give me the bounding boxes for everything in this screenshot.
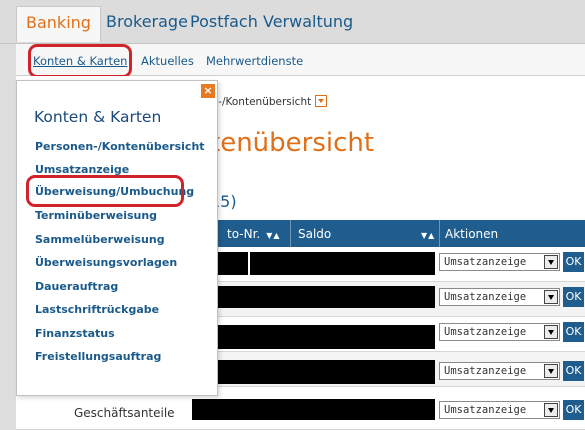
table-row: Geschäftsanteile Umsatzanzeige OK: [16, 394, 585, 430]
redacted-account-balance: [216, 286, 435, 308]
menu-item-ueberweisungsvorlagen[interactable]: Überweisungsvorlagen: [35, 256, 177, 269]
action-select-value: Umsatzanzeige: [444, 256, 527, 268]
tab-verwaltung[interactable]: Verwaltung: [263, 12, 353, 31]
highlight-ring-konten-karten: [28, 44, 132, 78]
column-divider: [439, 220, 440, 247]
ok-button[interactable]: OK: [563, 322, 584, 342]
table-row: Umsatzanzeige OK: [190, 317, 585, 352]
subnav-aktuelles[interactable]: Aktuelles: [141, 54, 194, 68]
redacted-account-balance: [216, 360, 435, 384]
banking-page: Banking Brokerage Postfach Verwaltung Ko…: [0, 0, 585, 430]
chevron-down-icon[interactable]: [544, 364, 558, 378]
menu-title: Konten & Karten: [34, 108, 162, 126]
left-margin: [0, 44, 16, 430]
menu-item-dauerauftrag[interactable]: Dauerauftrag: [35, 280, 118, 293]
saldo-sort-icon[interactable]: ▼▲: [415, 227, 435, 241]
column-header-konto-nr[interactable]: to-Nr. ▼▲: [227, 227, 281, 241]
action-select[interactable]: Umsatzanzeige: [439, 288, 560, 306]
menu-item-personen-kontenuebersicht[interactable]: Personen-/Kontenübersicht: [35, 140, 205, 153]
table-row: Umsatzanzeige OK: [190, 282, 585, 317]
sort-icon[interactable]: ▼▲: [421, 231, 435, 240]
ok-button[interactable]: OK: [563, 361, 584, 381]
ok-button[interactable]: OK: [563, 252, 584, 272]
action-select-value: Umsatzanzeige: [444, 326, 527, 338]
chevron-down-icon[interactable]: [544, 255, 558, 269]
action-select[interactable]: Umsatzanzeige: [439, 253, 560, 271]
column-header-aktionen: Aktionen: [445, 227, 499, 241]
chevron-down-icon[interactable]: [544, 403, 558, 417]
action-select-value: Umsatzanzeige: [444, 365, 527, 377]
menu-item-terminueberweisung[interactable]: Terminüberweisung: [35, 209, 157, 222]
column-header-saldo[interactable]: Saldo: [298, 227, 331, 241]
close-icon[interactable]: ×: [201, 84, 215, 98]
column-header-label: to-Nr.: [227, 227, 261, 241]
menu-item-freistellungsauftrag[interactable]: Freistellungsauftrag: [35, 350, 161, 363]
column-header-label: Saldo: [298, 227, 332, 241]
row-account-name: Geschäftsanteile: [74, 406, 175, 420]
redacted-balance: [250, 252, 435, 275]
highlight-ring-ueberweisung: [26, 175, 184, 207]
menu-item-sammelueberweisung[interactable]: Sammelüberweisung: [35, 233, 165, 246]
tab-banking[interactable]: Banking: [16, 6, 101, 42]
table-row: Umsatzanzeige OK: [190, 247, 585, 282]
table-header: to-Nr. ▼▲ Saldo ▼▲ Aktionen: [190, 220, 585, 247]
action-select-value: Umsatzanzeige: [444, 404, 527, 416]
redacted-account-balance: [216, 325, 435, 349]
column-divider: [290, 220, 291, 247]
table-row: Umsatzanzeige OK: [190, 352, 585, 387]
menu-item-finanzstatus[interactable]: Finanzstatus: [35, 327, 115, 340]
sort-icon[interactable]: ▼▲: [266, 231, 280, 240]
tab-postfach[interactable]: Postfach: [190, 12, 258, 31]
chevron-down-icon[interactable]: [544, 290, 558, 304]
action-select-value: Umsatzanzeige: [444, 291, 527, 303]
redacted-account-balance: [192, 399, 435, 420]
page-title: tenübersicht: [210, 128, 375, 158]
action-select[interactable]: Umsatzanzeige: [439, 401, 560, 419]
chevron-down-icon[interactable]: [544, 325, 558, 339]
action-select[interactable]: Umsatzanzeige: [439, 323, 560, 341]
main-tab-bar: Banking Brokerage Postfach Verwaltung: [0, 0, 585, 44]
ok-button[interactable]: OK: [563, 400, 584, 420]
tab-brokerage[interactable]: Brokerage: [106, 12, 188, 31]
breadcrumb-dropdown-icon[interactable]: [315, 95, 328, 107]
menu-item-lastschriftrueckgabe[interactable]: Lastschriftrückgabe: [35, 303, 159, 316]
action-select[interactable]: Umsatzanzeige: [439, 362, 560, 380]
subnav-mehrwertdienste[interactable]: Mehrwertdienste: [206, 54, 303, 68]
ok-button[interactable]: OK: [563, 287, 584, 307]
